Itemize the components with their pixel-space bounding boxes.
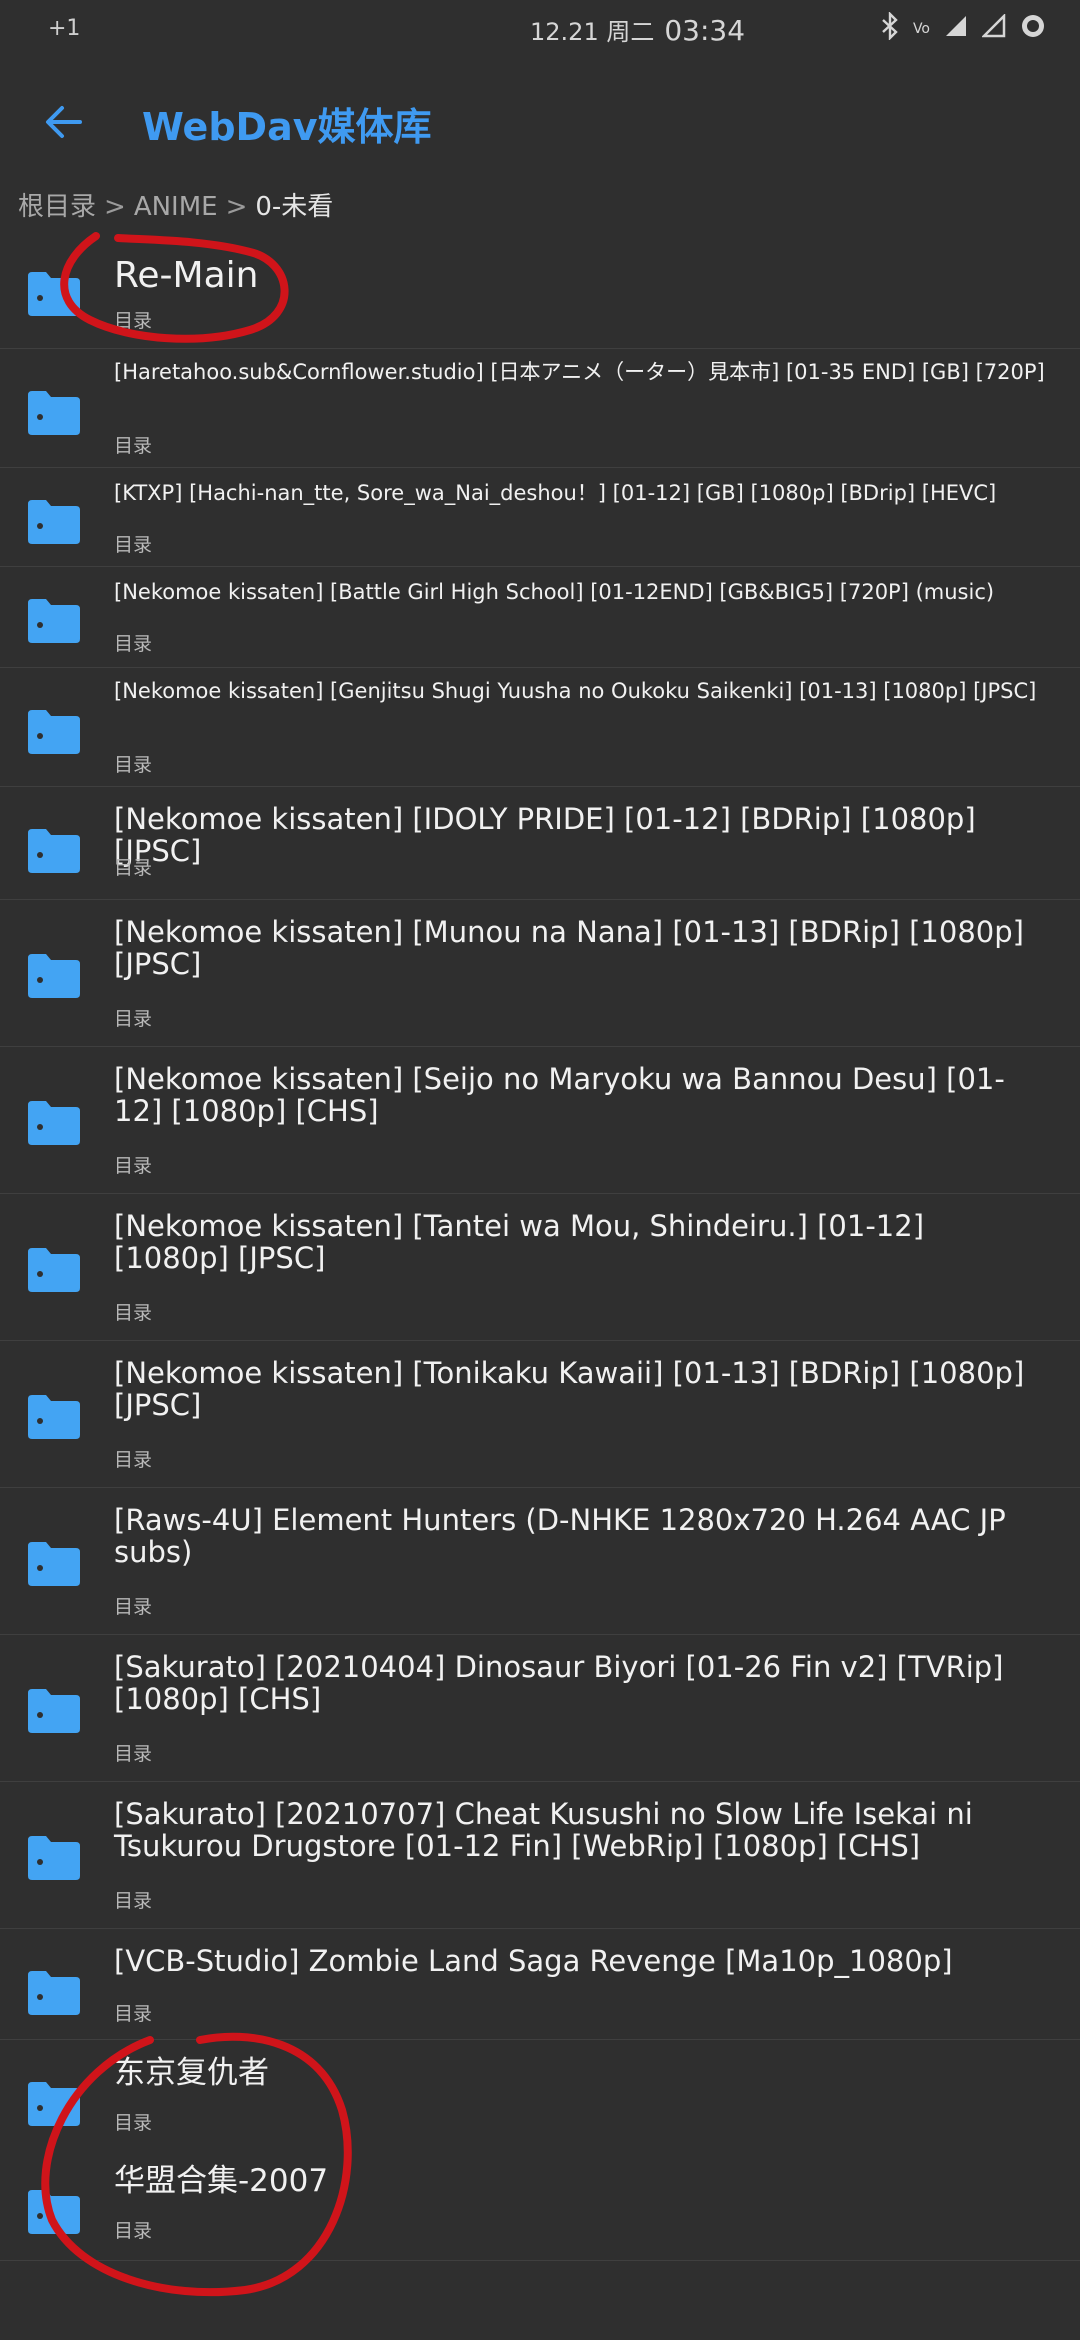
breadcrumb-current: 0-未看 [255,192,334,222]
item-type: 目录 [114,2003,153,2025]
item-name: [Sakurato] [20210404] Dinosaur Biyori [0… [114,1650,1004,1717]
back-button[interactable] [36,94,92,150]
item-name: Re-Main [114,255,259,296]
item-type: 目录 [114,1449,153,1471]
item-type: 目录 [114,857,153,879]
list-item[interactable]: 华盟合集-2007 目录 [0,2148,1080,2261]
folder-icon [28,1689,80,1733]
bluetooth-icon [881,11,899,46]
list-item[interactable]: [Haretahoo.sub&Cornflower.studio] [日本アニメ… [0,349,1080,468]
volte-label: Vo [912,21,930,37]
list-item[interactable]: [Sakurato] [20210707] Cheat Kusushi no S… [0,1782,1080,1929]
item-name: [Nekomoe kissaten] [IDOLY PRIDE] [01-12]… [114,802,976,869]
folder-icon [28,1971,80,2015]
status-left-indicator: +1 [48,16,81,41]
breadcrumb: 根目录 > ANIME >0-未看 [18,186,333,223]
folder-icon [28,710,80,754]
item-name: [Nekomoe kissaten] [Battle Girl High Sch… [114,580,995,604]
item-name: [Nekomoe kissaten] [Tonikaku Kawaii] [01… [114,1356,1025,1423]
item-type: 目录 [114,1155,153,1177]
folder-icon [28,2082,80,2126]
item-name: [Raws-4U] Element Hunters (D-NHKE 1280x7… [114,1503,1006,1570]
item-name: [Nekomoe kissaten] [Genjitsu Shugi Yuush… [114,679,1037,703]
item-type: 目录 [114,2220,153,2242]
item-type: 目录 [114,435,153,457]
item-type: 目录 [114,1743,153,1765]
app-bar: WebDav媒体库 [0,80,1080,164]
item-name: 东京复仇者 [114,2055,269,2091]
breadcrumb-anime[interactable]: ANIME [134,192,218,222]
signal-lte-icon [944,14,968,44]
breadcrumb-separator: > [225,192,248,222]
item-type: 目录 [114,2112,153,2134]
folder-icon [28,829,80,873]
status-date: 12.21 周二 [530,18,655,46]
item-type: 目录 [114,310,153,332]
item-type: 目录 [114,1008,153,1030]
item-type: 目录 [114,633,153,655]
list-item[interactable]: [Nekomoe kissaten] [IDOLY PRIDE] [01-12]… [0,787,1080,900]
breadcrumb-separator: > [104,192,126,222]
item-type: 目录 [114,1596,153,1618]
item-name: [Sakurato] [20210707] Cheat Kusushi no S… [114,1797,973,1864]
folder-icon [28,1836,80,1880]
list-item[interactable]: [VCB-Studio] Zombie Land Saga Revenge [M… [0,1929,1080,2040]
item-type: 目录 [114,1302,153,1324]
arrow-left-icon [46,106,82,138]
list-item[interactable]: [Nekomoe kissaten] [Genjitsu Shugi Yuush… [0,668,1080,787]
folder-icon [28,1542,80,1586]
item-name: [Nekomoe kissaten] [Munou na Nana] [01-1… [114,915,1024,982]
status-icons: Vo [881,11,1046,46]
status-time: 03:34 [664,14,746,47]
wifi-icon [980,12,1006,44]
folder-icon [28,599,80,643]
list-item[interactable]: [Sakurato] [20210404] Dinosaur Biyori [0… [0,1635,1080,1782]
item-name: [KTXP] [Hachi-nan_tte, Sore_wa_Nai_desho… [114,481,997,505]
folder-list: Re-Main 目录 [Haretahoo.sub&Cornflower.stu… [0,240,1080,2261]
item-type: 目录 [114,534,153,556]
battery-icon [1020,13,1046,45]
item-name: [Nekomoe kissaten] [Tantei wa Mou, Shind… [114,1209,925,1276]
folder-icon [28,954,80,998]
folder-icon [28,500,80,544]
item-type: 目录 [114,1890,153,1912]
item-name: [VCB-Studio] Zombie Land Saga Revenge [M… [114,1944,953,1978]
list-item[interactable]: [Nekomoe kissaten] [Battle Girl High Sch… [0,567,1080,668]
item-name: 华盟合集-2007 [114,2163,329,2199]
folder-icon [28,272,80,316]
list-item[interactable]: Re-Main 目录 [0,240,1080,349]
app-title: WebDav媒体库 [142,105,432,149]
list-item[interactable]: 东京复仇者 目录 [0,2040,1080,2148]
folder-icon [28,391,80,435]
item-name: [Nekomoe kissaten] [Seijo no Maryoku wa … [114,1062,1005,1129]
item-name: [Haretahoo.sub&Cornflower.studio] [日本アニメ… [114,360,1045,384]
item-type: 目录 [114,754,153,776]
status-bar: +1 12.21 周二 03:34 Vo [0,0,1080,64]
signal-volte-icon: Vo [913,22,930,36]
folder-icon [28,2190,80,2234]
list-item[interactable]: [KTXP] [Hachi-nan_tte, Sore_wa_Nai_desho… [0,468,1080,567]
status-clock: 12.21 周二 03:34 [530,12,745,47]
list-item[interactable]: [Nekomoe kissaten] [Munou na Nana] [01-1… [0,900,1080,1047]
folder-icon [28,1101,80,1145]
list-item[interactable]: [Nekomoe kissaten] [Tantei wa Mou, Shind… [0,1194,1080,1341]
folder-icon [28,1395,80,1439]
list-item[interactable]: [Nekomoe kissaten] [Seijo no Maryoku wa … [0,1047,1080,1194]
folder-icon [28,1248,80,1292]
list-item[interactable]: [Raws-4U] Element Hunters (D-NHKE 1280x7… [0,1488,1080,1635]
list-item[interactable]: [Nekomoe kissaten] [Tonikaku Kawaii] [01… [0,1341,1080,1488]
breadcrumb-root[interactable]: 根目录 [18,192,96,222]
